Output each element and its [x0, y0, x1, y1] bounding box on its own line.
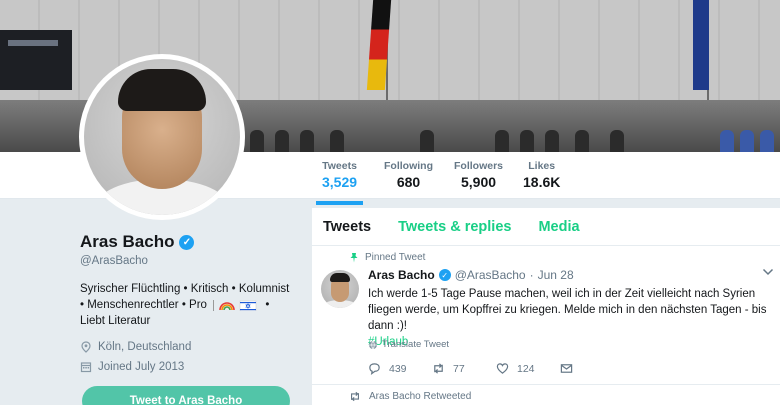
tab-tweets[interactable]: Tweets	[323, 219, 371, 235]
tweet-header: Aras Bacho ✓ @ArasBacho · Jun 28	[368, 268, 574, 282]
profile-card: Aras Bacho ✓ @ArasBacho Syrischer Flücht…	[80, 232, 295, 373]
bio-line: Syrischer Flüchtling • Kritisch • Kolumn…	[80, 283, 290, 295]
nav-followers-count: 5,900	[460, 174, 497, 190]
timeline: Tweets Tweets & replies Media Pinned Twe…	[312, 208, 780, 405]
tweet-author-avatar[interactable]	[321, 270, 359, 308]
translate-tweet-link[interactable]: Translate Tweet	[368, 339, 449, 350]
nav-following-label: Following	[384, 160, 433, 172]
like-count: 124	[517, 362, 535, 375]
tab-media[interactable]: Media	[538, 219, 579, 235]
calendar-icon	[80, 362, 92, 373]
profile-location: Köln, Deutschland	[80, 341, 295, 353]
tweet-divider	[312, 384, 780, 385]
tweet-body: Ich werde 1-5 Tage Pause machen, weil ic…	[368, 288, 767, 332]
bio-line-with-flags: • Menschenrechtler • Pro •	[80, 299, 270, 312]
tweet-date[interactable]: Jun 28	[538, 268, 574, 282]
nav-tweets[interactable]: Tweets 3,529	[315, 160, 364, 205]
reply-icon	[369, 363, 380, 375]
nav-following[interactable]: Following 680	[384, 160, 433, 190]
reply-button[interactable]: 439	[368, 362, 432, 375]
flag-emoji-icons	[213, 299, 257, 312]
nav-likes-label: Likes	[528, 160, 556, 172]
retweet-button[interactable]: 77	[432, 362, 496, 375]
pinned-text: Pinned Tweet	[365, 252, 426, 263]
profile-bio: Syrischer Flüchtling • Kritisch • Kolumn…	[80, 281, 295, 329]
profile-name[interactable]: Aras Bacho	[80, 232, 174, 252]
tweet-author-handle[interactable]: @ArasBacho	[455, 268, 526, 282]
tweet-to-button[interactable]: Tweet to Aras Bacho	[82, 386, 290, 405]
retweet-count: 77	[453, 362, 465, 375]
joined-text: Joined July 2013	[98, 361, 185, 373]
tab-tweets-and-replies[interactable]: Tweets & replies	[398, 219, 511, 235]
profile-name-row: Aras Bacho ✓	[80, 232, 295, 252]
chevron-down-icon[interactable]	[762, 268, 774, 276]
nav-followers[interactable]: Followers 5,900	[454, 160, 503, 190]
pin-icon	[350, 253, 358, 263]
profile-handle[interactable]: @ArasBacho	[80, 255, 295, 267]
envelope-icon	[560, 364, 573, 373]
timeline-tabs: Tweets Tweets & replies Media	[312, 208, 780, 246]
like-button[interactable]: 124	[496, 362, 560, 375]
retweet-icon	[434, 363, 443, 374]
verified-badge-icon: ✓	[438, 269, 451, 281]
verified-badge-icon: ✓	[179, 234, 195, 250]
bio-line: Liebt Literatur	[80, 315, 151, 327]
nav-followers-label: Followers	[454, 160, 504, 172]
pinned-tweet-label: Pinned Tweet	[349, 252, 425, 263]
nav-following-count: 680	[396, 174, 421, 190]
location-text: Köln, Deutschland	[98, 341, 192, 353]
bio-line: • Menschenrechtler • Pro	[80, 299, 207, 311]
tweet-actions: 439 77 124	[368, 362, 573, 375]
profile-joined: Joined July 2013	[80, 361, 295, 373]
profile-avatar[interactable]	[79, 54, 245, 220]
globe-icon	[369, 340, 377, 349]
retweeted-text: Aras Bacho Retweeted	[369, 391, 472, 402]
retweeted-label: Aras Bacho Retweeted	[349, 391, 471, 402]
eu-flag-image	[693, 0, 709, 90]
tweet-separator: ·	[529, 268, 534, 282]
nav-tweets-label: Tweets	[322, 160, 357, 172]
nav-tweets-count: 3,529	[322, 174, 358, 190]
reply-count: 439	[389, 362, 407, 375]
tweet-author-name[interactable]: Aras Bacho	[368, 268, 435, 282]
nav-likes-count: 18.6K	[523, 174, 561, 190]
heart-icon	[496, 363, 509, 374]
direct-message-button[interactable]	[560, 362, 573, 375]
nav-likes[interactable]: Likes 18.6K	[523, 160, 560, 190]
location-pin-icon	[81, 341, 91, 353]
retweet-icon	[351, 391, 359, 402]
translate-text: Translate Tweet	[382, 339, 450, 350]
